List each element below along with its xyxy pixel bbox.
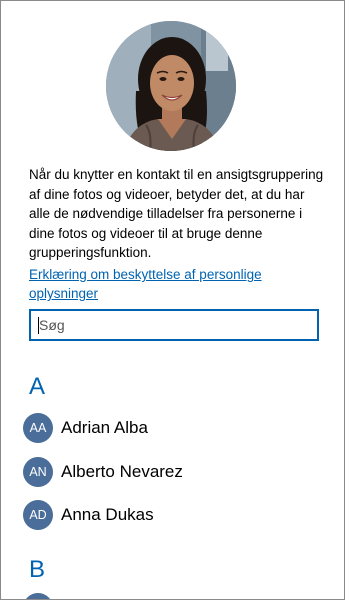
contact-name: Adrian Alba bbox=[61, 418, 148, 437]
contact-avatar: AA bbox=[23, 413, 53, 443]
search-box[interactable] bbox=[29, 309, 319, 341]
group-header-a[interactable]: A bbox=[29, 373, 45, 401]
contact-avatar: AN bbox=[23, 457, 53, 487]
contact-item[interactable]: AD Anna Dukas bbox=[23, 499, 154, 531]
contact-item[interactable]: AN Alberto Nevarez bbox=[23, 456, 183, 488]
contact-name: Alberto Nevarez bbox=[61, 462, 183, 481]
face-grouping-description: Når du knytter en kontakt til en ansigts… bbox=[29, 167, 324, 260]
face-group-photo bbox=[106, 21, 236, 151]
contact-avatar: AD bbox=[23, 500, 53, 530]
contact-picker-panel: Når du knytter en kontakt til en ansigts… bbox=[0, 0, 345, 600]
contact-item[interactable]: AA Adrian Alba bbox=[23, 412, 148, 444]
contact-name: Anna Dukas bbox=[61, 505, 154, 524]
privacy-statement-link[interactable]: Erklæring om beskyttelse af personlige o… bbox=[29, 265, 324, 303]
text-caret bbox=[38, 317, 39, 334]
contact-avatar-partial[interactable] bbox=[23, 593, 53, 599]
group-header-b[interactable]: B bbox=[29, 556, 45, 584]
person-photo-icon bbox=[106, 21, 236, 151]
search-input[interactable] bbox=[31, 311, 315, 339]
